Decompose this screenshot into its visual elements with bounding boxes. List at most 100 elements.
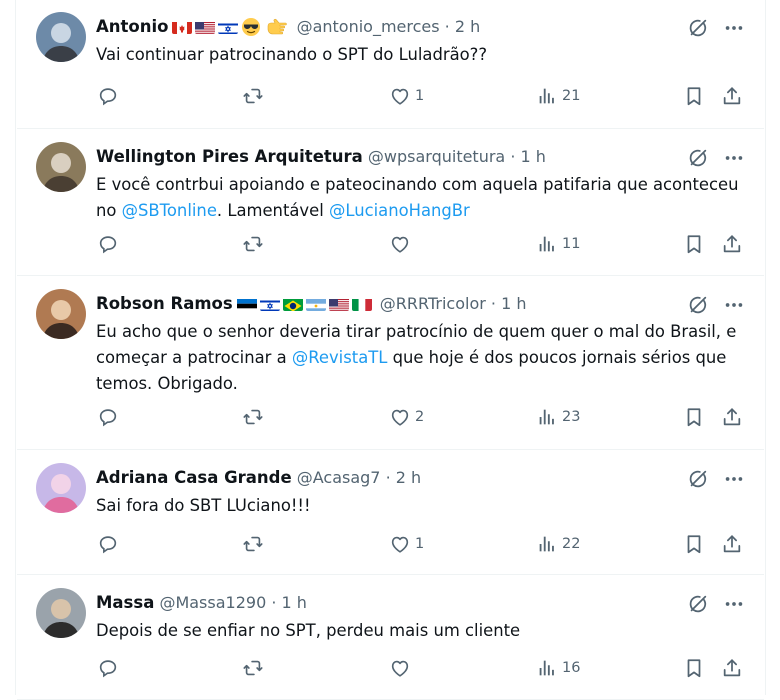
grok-icon[interactable] <box>687 17 709 39</box>
views-chart-icon <box>536 233 558 255</box>
share-icon <box>721 233 743 255</box>
views-button[interactable]: 11 <box>536 233 580 255</box>
flag-brazil-icon <box>282 297 303 311</box>
views-chart-icon <box>536 406 558 428</box>
share-button[interactable] <box>721 406 743 428</box>
views-button[interactable]: 21 <box>536 85 580 107</box>
heart-icon <box>389 406 411 428</box>
retweet-button[interactable] <box>242 233 264 255</box>
avatar[interactable] <box>36 289 86 339</box>
share-button[interactable] <box>721 533 743 555</box>
reply-icon <box>97 406 119 428</box>
more-icon[interactable] <box>723 17 745 39</box>
more-icon[interactable] <box>723 468 745 490</box>
reply-button[interactable] <box>97 406 119 428</box>
like-button[interactable] <box>389 233 415 255</box>
like-button[interactable]: 2 <box>389 406 424 428</box>
bookmark-button[interactable] <box>683 85 705 107</box>
retweet-icon <box>242 533 264 555</box>
mention-link[interactable]: @SBTonline <box>122 201 217 220</box>
share-button[interactable] <box>721 657 743 679</box>
avatar[interactable] <box>36 588 86 638</box>
grok-icon[interactable] <box>687 147 709 169</box>
avatar[interactable] <box>36 142 86 192</box>
user-handle[interactable]: @Massa1290 <box>159 593 266 612</box>
views-count: 11 <box>562 236 581 252</box>
tweet-text: Sai fora do SBT LUciano!!! <box>96 493 756 519</box>
user-handle[interactable]: @RRRTricolor <box>380 294 486 313</box>
views-count: 22 <box>562 536 581 552</box>
share-icon <box>721 85 743 107</box>
user-handle[interactable]: @Acasag7 <box>297 468 381 487</box>
separator-dot: · <box>380 468 396 487</box>
like-button[interactable]: 1 <box>389 85 424 107</box>
like-button[interactable]: 1 <box>389 533 424 555</box>
like-count: 2 <box>415 409 425 425</box>
mention-link[interactable]: @LucianoHangBr <box>329 201 470 220</box>
name-emoji-flags <box>236 295 375 317</box>
reply-tweet[interactable]: Adriana Casa Grande @Acasag7 · 2 h Sai fo… <box>17 449 764 575</box>
views-chart-icon <box>536 85 558 107</box>
bookmark-icon <box>683 657 705 679</box>
user-handle[interactable]: @antonio_merces <box>297 17 440 36</box>
bookmark-button[interactable] <box>683 657 705 679</box>
name-emoji-flags <box>172 17 291 40</box>
reply-tweet[interactable]: Robson Ramos @RRRTricolor · 1 h Eu acho q… <box>17 275 764 450</box>
mention-link[interactable]: @RevistaTL <box>292 348 388 367</box>
more-icon[interactable] <box>723 294 745 316</box>
display-name[interactable]: Adriana Casa Grande <box>96 468 292 487</box>
reply-button[interactable] <box>97 233 119 255</box>
tweet-header: Wellington Pires Arquitetura @wpsarquite… <box>96 146 546 168</box>
timestamp[interactable]: 2 h <box>396 468 421 487</box>
views-button[interactable]: 23 <box>536 406 580 428</box>
retweet-button[interactable] <box>242 533 264 555</box>
display-name[interactable]: Antonio <box>96 17 168 36</box>
tweet-text: Vai continuar patrocinando o SPT do Lula… <box>96 42 756 68</box>
timestamp[interactable]: 2 h <box>455 17 480 36</box>
display-name[interactable]: Robson Ramos <box>96 294 233 313</box>
reply-icon <box>97 533 119 555</box>
share-icon <box>721 657 743 679</box>
bookmark-button[interactable] <box>683 406 705 428</box>
views-button[interactable]: 16 <box>536 657 580 679</box>
more-icon[interactable] <box>723 593 745 615</box>
views-count: 21 <box>562 88 581 104</box>
grok-icon[interactable] <box>687 294 709 316</box>
reply-button[interactable] <box>97 657 119 679</box>
grok-icon[interactable] <box>687 468 709 490</box>
flag-canada-icon <box>172 20 193 34</box>
more-icon[interactable] <box>723 147 745 169</box>
timestamp[interactable]: 1 h <box>501 294 526 313</box>
share-button[interactable] <box>721 85 743 107</box>
bookmark-button[interactable] <box>683 533 705 555</box>
bookmark-button[interactable] <box>683 233 705 255</box>
share-button[interactable] <box>721 233 743 255</box>
reply-tweet[interactable]: Wellington Pires Arquitetura @wpsarquite… <box>17 128 764 276</box>
heart-icon <box>389 533 411 555</box>
reply-tweet[interactable]: Antonio @antonio_merces · 2 h Vai continu… <box>17 0 764 129</box>
reply-button[interactable] <box>97 85 119 107</box>
timestamp[interactable]: 1 h <box>521 147 546 166</box>
user-handle[interactable]: @wpsarquitetura <box>368 147 505 166</box>
retweet-button[interactable] <box>242 406 264 428</box>
retweet-button[interactable] <box>242 657 264 679</box>
retweet-button[interactable] <box>242 85 264 107</box>
timestamp[interactable]: 1 h <box>282 593 307 612</box>
grok-icon[interactable] <box>687 593 709 615</box>
tweet-text-segment: Depois de se enfiar no SPT, perdeu mais … <box>96 621 521 640</box>
views-button[interactable]: 22 <box>536 533 580 555</box>
timeline-left-border <box>15 0 16 695</box>
display-name[interactable]: Wellington Pires Arquitetura <box>96 147 363 166</box>
avatar[interactable] <box>36 463 86 513</box>
flag-usa-icon <box>328 297 349 311</box>
timeline-right-border <box>765 0 766 695</box>
avatar[interactable] <box>36 12 86 62</box>
like-button[interactable] <box>389 657 415 679</box>
emoji-pointing-right-icon <box>266 17 288 37</box>
display-name[interactable]: Massa <box>96 593 154 612</box>
reply-tweet[interactable]: Massa @Massa1290 · 1 h Depois de se enfia… <box>17 574 764 700</box>
reply-button[interactable] <box>97 533 119 555</box>
flag-israel-icon <box>218 20 239 34</box>
views-count: 23 <box>562 409 581 425</box>
tweet-header: Massa @Massa1290 · 1 h <box>96 592 307 614</box>
